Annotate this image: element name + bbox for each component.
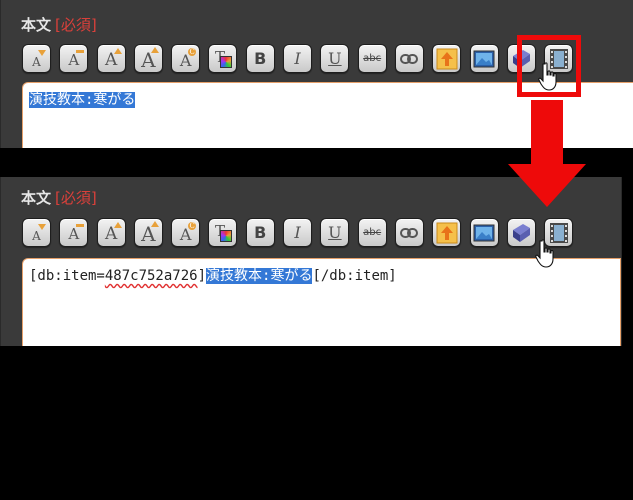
- field-label-row: 本文 [必須]: [21, 187, 97, 207]
- empty-area: [0, 346, 633, 500]
- hand-cursor-icon: [535, 239, 554, 268]
- font-color-button[interactable]: AC: [171, 44, 201, 73]
- selected-text: 演技教本:寒がる: [206, 268, 313, 284]
- link-icon: [396, 219, 423, 246]
- underline-icon: U: [328, 48, 342, 68]
- upload-button[interactable]: [432, 218, 462, 247]
- strikethrough-icon: abc: [363, 52, 382, 64]
- font-color-icon: AC: [179, 222, 197, 244]
- link-button[interactable]: [394, 218, 424, 247]
- font-size-up-icon: A: [98, 219, 125, 246]
- arrow-shaft: [531, 100, 563, 166]
- bold-button[interactable]: B: [245, 44, 275, 73]
- italic-button[interactable]: I: [283, 218, 313, 247]
- upload-icon: [433, 219, 460, 246]
- underline-button[interactable]: U: [320, 44, 350, 73]
- font-color-icon: AC: [179, 48, 197, 70]
- strikethrough-button[interactable]: abc: [357, 44, 387, 73]
- toolbar: AAAAACTBIUabc: [22, 218, 581, 247]
- db-item-id: 487c752a726: [104, 268, 198, 284]
- text-palette-icon: T: [209, 45, 236, 72]
- image-button[interactable]: [469, 218, 499, 247]
- italic-icon: I: [294, 48, 301, 68]
- editor-line: [db:item=487c752a726]演技教本:寒がる[/db:item]: [29, 265, 397, 285]
- field-label-row: 本文 [必須]: [21, 14, 97, 34]
- db-item-open-tag-close: ]: [197, 268, 207, 284]
- font-size-large-icon: A: [135, 45, 162, 72]
- image-button[interactable]: [469, 44, 499, 73]
- font-size-small-icon: A: [60, 45, 87, 72]
- body-textarea[interactable]: [db:item=487c752a726]演技教本:寒がる[/db:item]: [22, 258, 621, 346]
- field-label: 本文: [21, 188, 52, 207]
- image-icon: [471, 219, 498, 246]
- italic-button[interactable]: I: [283, 44, 313, 73]
- editor-line: 演技教本:寒がる: [29, 89, 136, 109]
- hand-cursor-icon: [538, 62, 557, 91]
- font-size-large-button[interactable]: A: [133, 44, 163, 73]
- font-size-small-button[interactable]: A: [59, 44, 89, 73]
- db-item-close-tag: [/db:item]: [312, 268, 397, 284]
- underline-icon: U: [328, 222, 342, 242]
- required-badge: [必須]: [55, 15, 97, 34]
- toolbar: AAAAACTBIUabc: [22, 44, 581, 73]
- text-color-button[interactable]: T: [208, 218, 238, 247]
- db-item-button[interactable]: [506, 218, 536, 247]
- db-item-open-tag: [db:item=: [29, 268, 105, 284]
- font-size-small-icon: A: [60, 219, 87, 246]
- bold-icon: B: [254, 222, 267, 242]
- required-badge: [必須]: [55, 188, 97, 207]
- font-size-large-button[interactable]: A: [133, 218, 163, 247]
- italic-icon: I: [294, 222, 301, 242]
- upload-button[interactable]: [432, 44, 462, 73]
- font-size-down-icon: A: [23, 219, 50, 246]
- arrow-down-icon: [508, 164, 586, 207]
- book-icon: [508, 219, 535, 246]
- font-color-button[interactable]: AC: [171, 218, 201, 247]
- upload-icon: [433, 45, 460, 72]
- font-size-up-button[interactable]: A: [96, 44, 126, 73]
- font-size-small-button[interactable]: A: [59, 218, 89, 247]
- bold-icon: B: [254, 48, 267, 68]
- strikethrough-button[interactable]: abc: [357, 218, 387, 247]
- font-size-up-button[interactable]: A: [96, 218, 126, 247]
- font-size-up-icon: A: [98, 45, 125, 72]
- text-color-button[interactable]: T: [208, 44, 238, 73]
- strikethrough-icon: abc: [363, 226, 382, 238]
- font-size-down-button[interactable]: A: [22, 44, 51, 73]
- font-size-down-icon: A: [23, 45, 50, 72]
- image-icon: [471, 45, 498, 72]
- field-label: 本文: [21, 15, 52, 34]
- link-button[interactable]: [394, 44, 424, 73]
- text-palette-icon: T: [209, 219, 236, 246]
- font-size-down-button[interactable]: A: [22, 218, 51, 247]
- link-icon: [396, 45, 423, 72]
- bold-button[interactable]: B: [245, 218, 275, 247]
- font-size-large-icon: A: [135, 219, 162, 246]
- underline-button[interactable]: U: [320, 218, 350, 247]
- selected-text: 演技教本:寒がる: [29, 92, 136, 108]
